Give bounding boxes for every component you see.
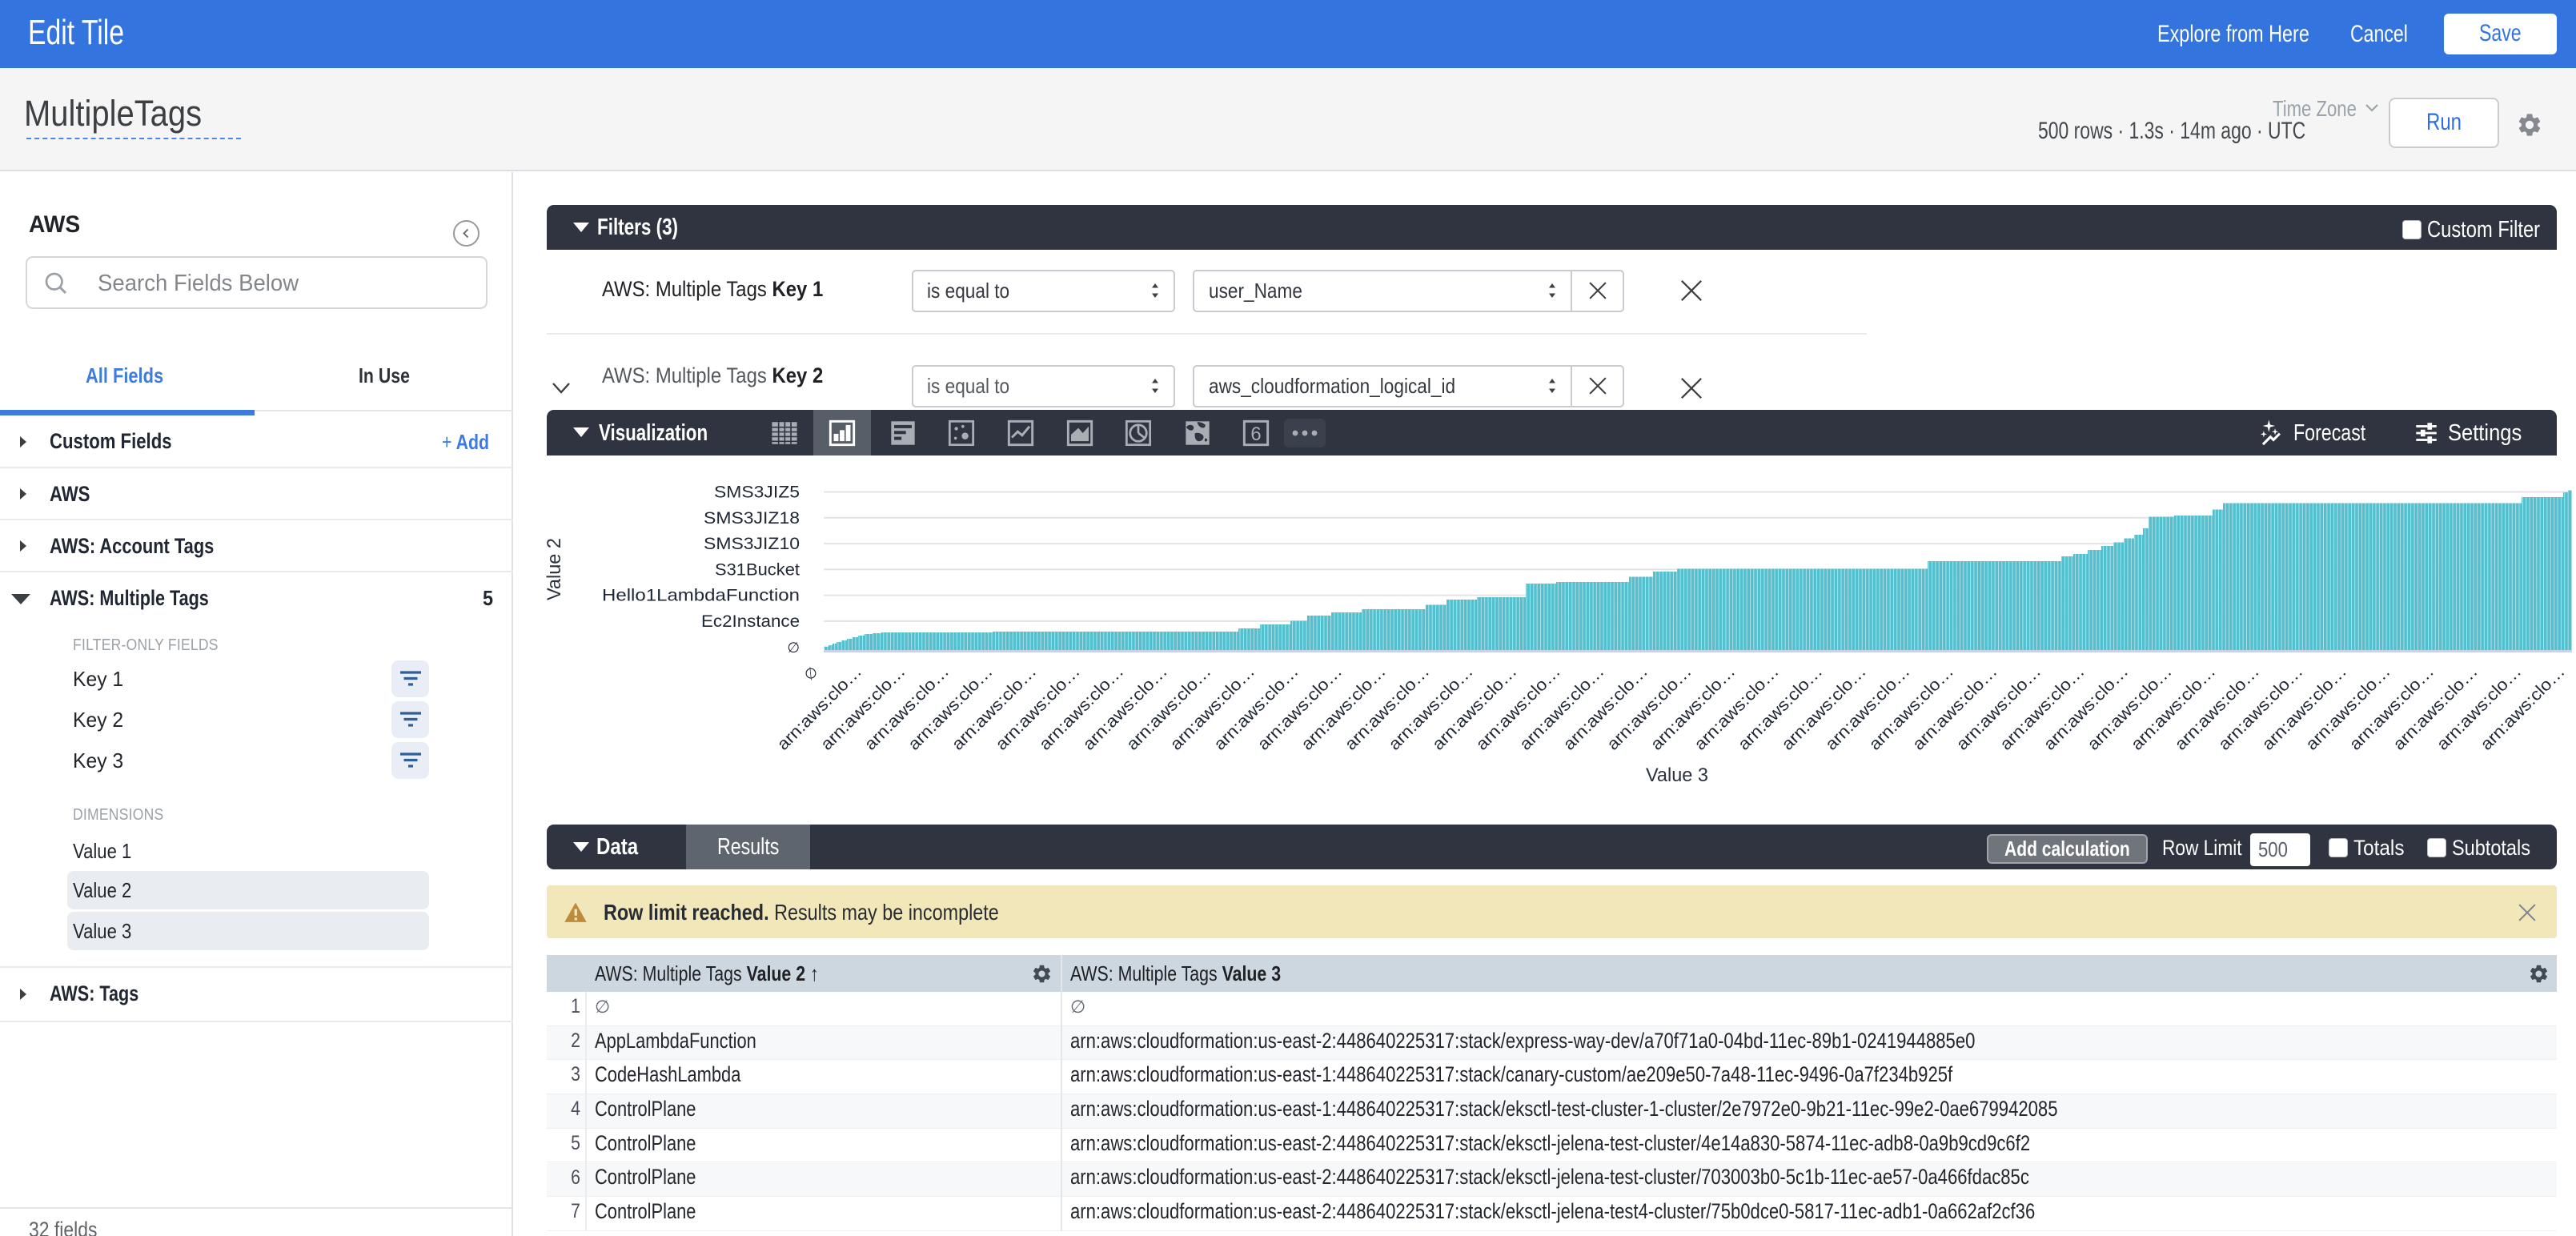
svg-text:Ec2Instance: Ec2Instance — [701, 612, 800, 631]
svg-text:∅: ∅ — [801, 664, 821, 684]
svg-text:Value 3: Value 3 — [1646, 764, 1708, 786]
svg-text:Hello1LambdaFunction: Hello1LambdaFunction — [602, 587, 800, 605]
svg-text:∅: ∅ — [787, 640, 800, 656]
svg-text:Value 2: Value 2 — [544, 538, 565, 600]
svg-text:SMS3JIZ18: SMS3JIZ18 — [704, 509, 800, 528]
svg-text:SMS3JIZ10: SMS3JIZ10 — [704, 535, 800, 553]
svg-text:6: 6 — [1250, 423, 1261, 445]
svg-text:SMS3JIZ5: SMS3JIZ5 — [714, 484, 800, 502]
svg-text:S31Bucket: S31Bucket — [715, 560, 800, 579]
